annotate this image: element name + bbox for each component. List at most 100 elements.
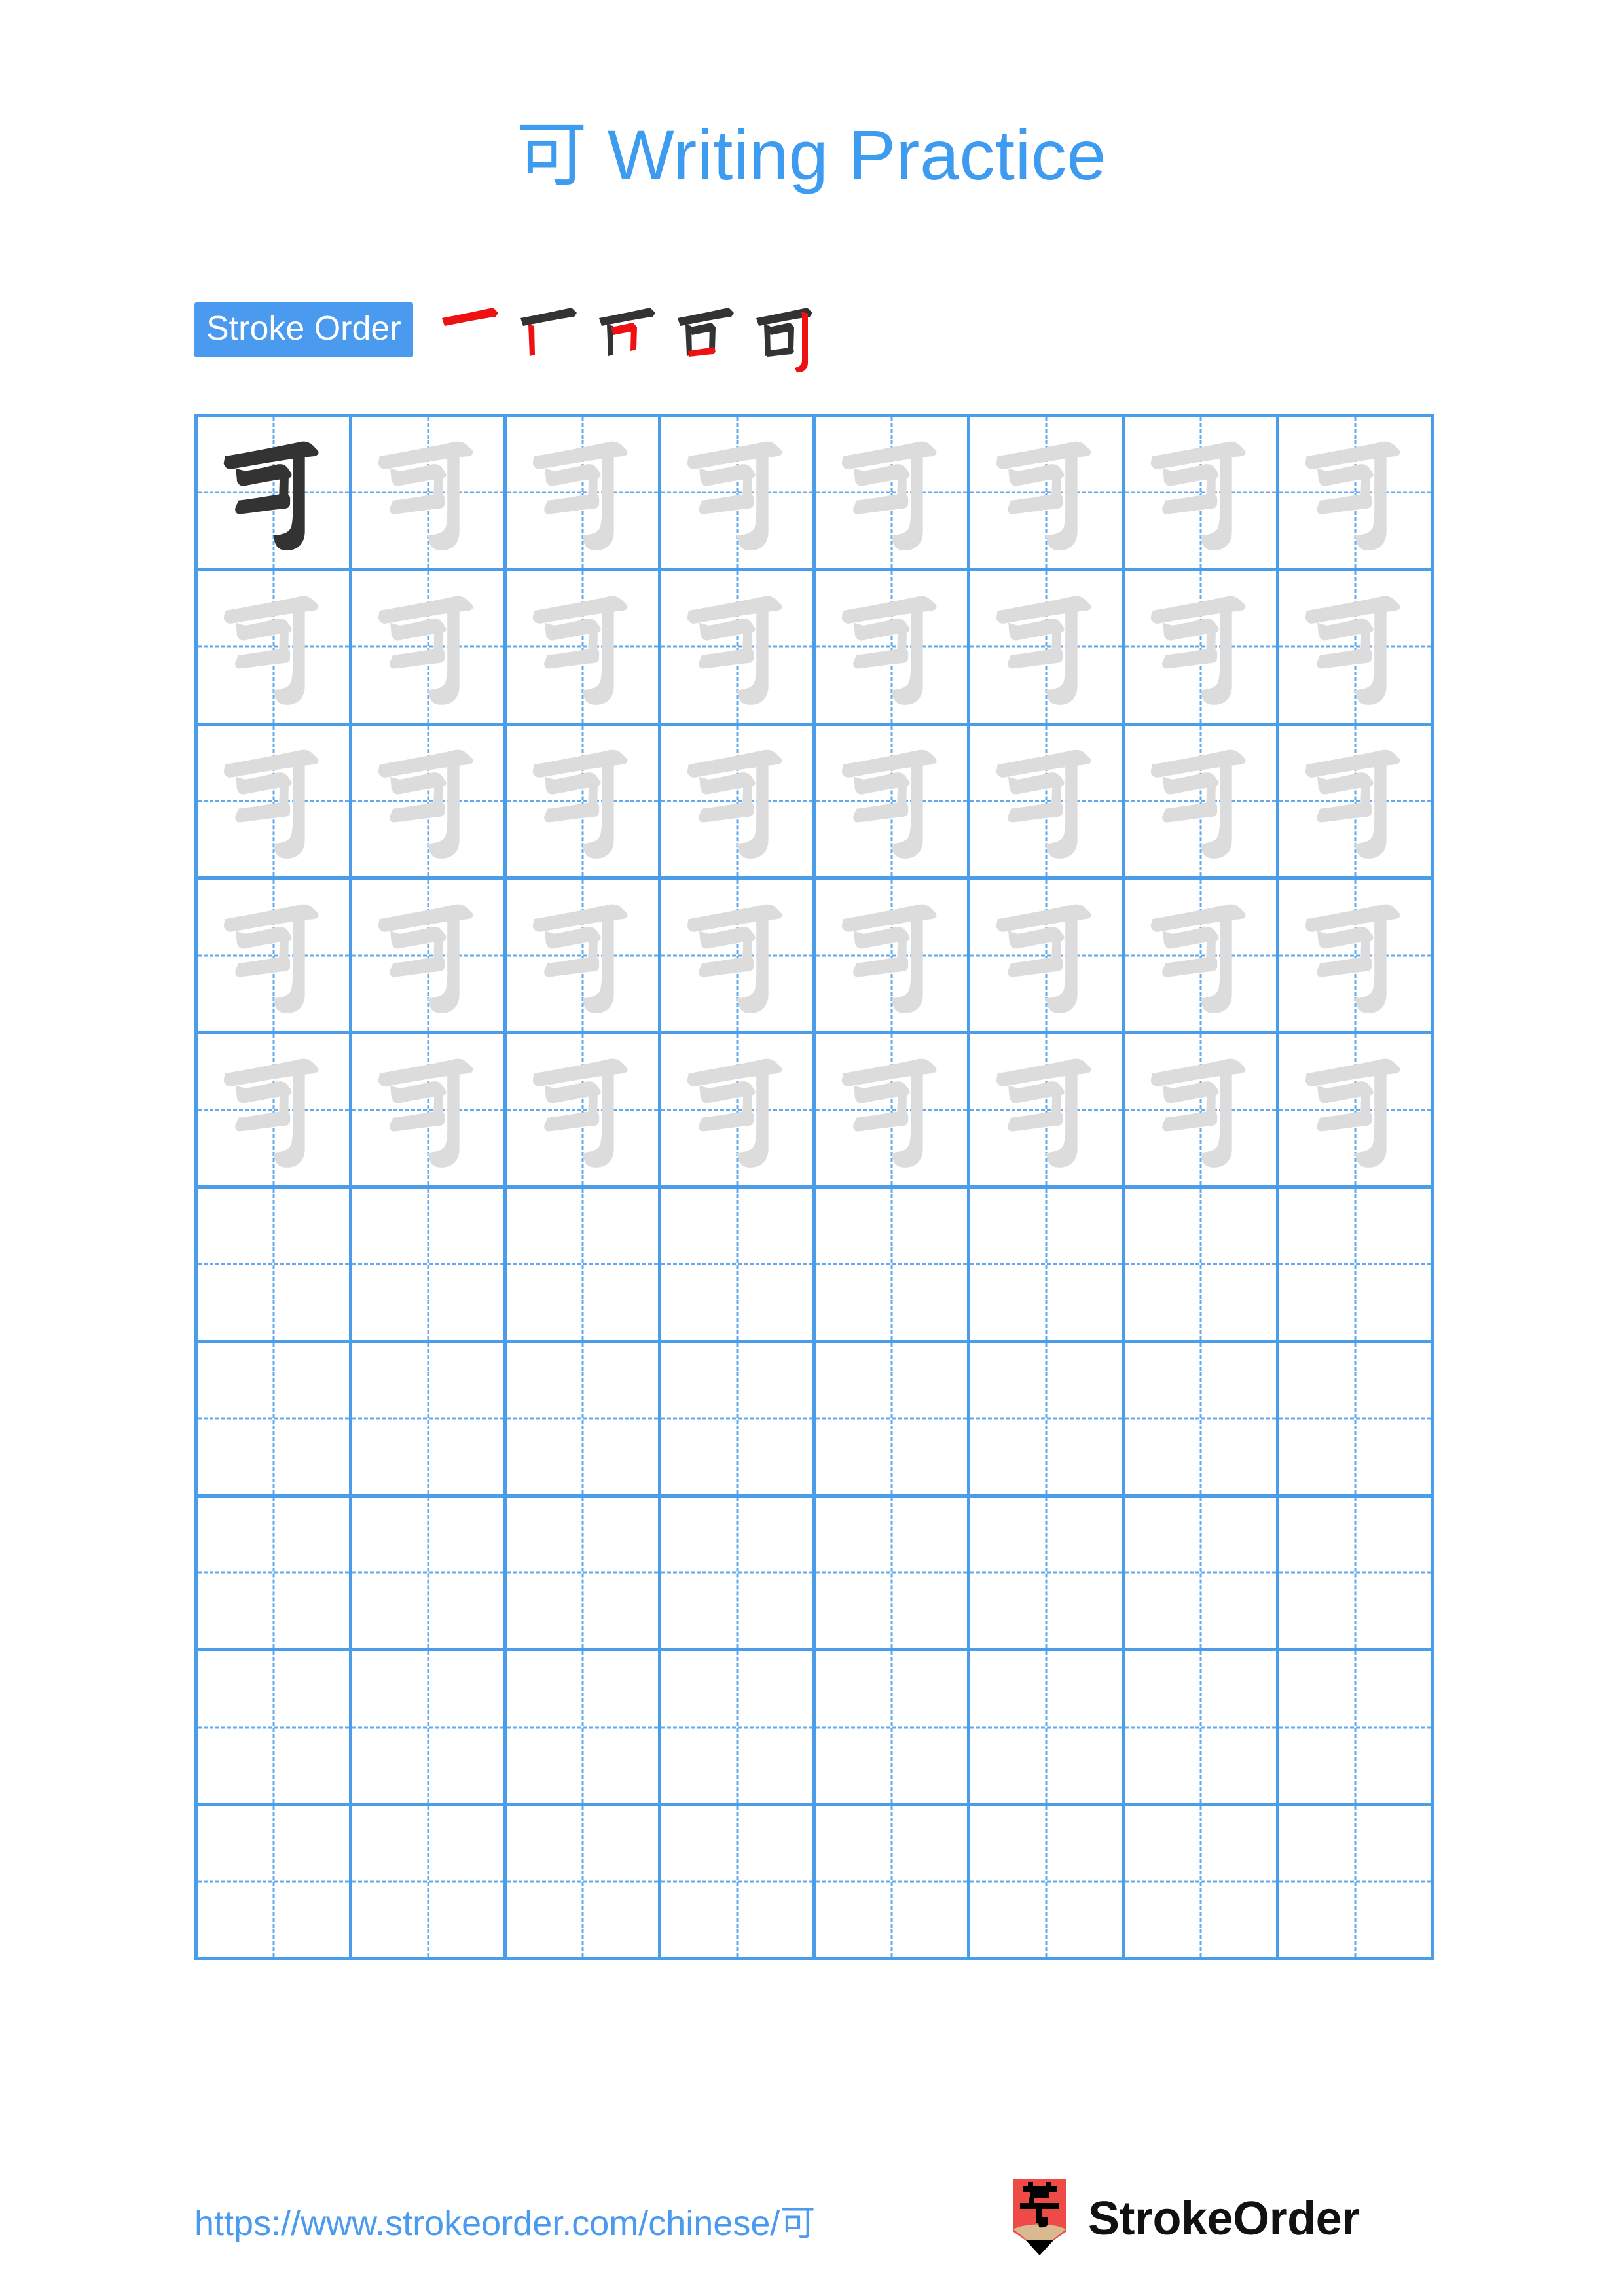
practice-cell-trace[interactable] — [507, 417, 661, 571]
practice-cell-blank[interactable] — [507, 1188, 661, 1343]
practice-cell-blank[interactable] — [352, 1342, 507, 1498]
footer-url-link[interactable]: https://www.strokeorder.com/chinese/可 — [194, 2194, 815, 2246]
practice-cell-trace[interactable] — [661, 880, 816, 1035]
practice-cell-trace[interactable] — [816, 417, 970, 571]
practice-cell-blank[interactable] — [1279, 1342, 1434, 1498]
practice-cell-trace[interactable] — [816, 725, 970, 880]
practice-cell-trace[interactable] — [1125, 1034, 1279, 1189]
practice-cell-trace[interactable] — [661, 725, 816, 880]
practice-cell-trace[interactable] — [352, 1034, 507, 1189]
practice-cell-blank[interactable] — [507, 1497, 661, 1652]
practice-grid — [194, 414, 1434, 1960]
practice-cell-trace[interactable] — [352, 880, 507, 1035]
stroke-order-section: Stroke Order — [194, 302, 826, 374]
trace-character — [661, 880, 812, 1031]
practice-cell-trace[interactable] — [970, 417, 1125, 571]
practice-cell-blank[interactable] — [816, 1342, 970, 1498]
practice-cell-blank[interactable] — [661, 1497, 816, 1652]
stroke-step-1 — [433, 295, 511, 380]
practice-cell-trace[interactable] — [198, 1034, 352, 1189]
practice-cell-trace[interactable] — [507, 571, 661, 726]
trace-character — [507, 417, 658, 568]
practice-cell-trace[interactable] — [970, 880, 1125, 1035]
practice-cell-trace[interactable] — [1279, 571, 1434, 726]
practice-cell-blank[interactable] — [1125, 1806, 1279, 1960]
practice-cell-trace[interactable] — [970, 725, 1125, 880]
practice-cell-trace[interactable] — [507, 1034, 661, 1189]
practice-cell-blank[interactable] — [816, 1497, 970, 1652]
practice-cell-blank[interactable] — [816, 1651, 970, 1806]
practice-cell-trace[interactable] — [661, 417, 816, 571]
trace-character — [1279, 1034, 1431, 1185]
practice-cell-blank[interactable] — [970, 1188, 1125, 1343]
practice-cell-blank[interactable] — [1279, 1651, 1434, 1806]
trace-character — [198, 726, 349, 877]
practice-cell-blank[interactable] — [970, 1342, 1125, 1498]
practice-cell-blank[interactable] — [507, 1806, 661, 1960]
practice-cell-trace[interactable] — [352, 417, 507, 571]
trace-character — [198, 571, 349, 723]
practice-cell-blank[interactable] — [1279, 1188, 1434, 1343]
practice-cell-blank[interactable] — [970, 1806, 1125, 1960]
practice-cell-trace[interactable] — [198, 417, 352, 571]
practice-cell-trace[interactable] — [970, 1034, 1125, 1189]
practice-cell-blank[interactable] — [1279, 1497, 1434, 1652]
practice-cell-blank[interactable] — [352, 1806, 507, 1960]
trace-character — [1125, 726, 1276, 877]
trace-character — [1125, 880, 1276, 1031]
practice-cell-trace[interactable] — [198, 880, 352, 1035]
trace-character — [1279, 571, 1431, 723]
practice-cell-trace[interactable] — [198, 725, 352, 880]
practice-cell-blank[interactable] — [1125, 1651, 1279, 1806]
practice-cell-trace[interactable] — [661, 1034, 816, 1189]
trace-character — [507, 571, 658, 723]
practice-cell-blank[interactable] — [816, 1188, 970, 1343]
practice-grid-row — [198, 1806, 1434, 1960]
practice-cell-blank[interactable] — [1125, 1497, 1279, 1652]
practice-cell-blank[interactable] — [198, 1651, 352, 1806]
practice-cell-blank[interactable] — [1279, 1806, 1434, 1960]
practice-cell-trace[interactable] — [1125, 571, 1279, 726]
practice-cell-trace[interactable] — [352, 571, 507, 726]
stroke-order-badge: Stroke Order — [194, 302, 413, 357]
practice-cell-blank[interactable] — [198, 1342, 352, 1498]
practice-cell-trace[interactable] — [661, 571, 816, 726]
practice-cell-trace[interactable] — [1125, 880, 1279, 1035]
practice-cell-trace[interactable] — [352, 725, 507, 880]
practice-cell-blank[interactable] — [1125, 1188, 1279, 1343]
practice-grid-row — [198, 1342, 1434, 1498]
practice-cell-blank[interactable] — [1125, 1342, 1279, 1498]
practice-cell-blank[interactable] — [352, 1188, 507, 1343]
practice-cell-blank[interactable] — [352, 1497, 507, 1652]
practice-cell-blank[interactable] — [970, 1497, 1125, 1652]
practice-cell-blank[interactable] — [507, 1342, 661, 1498]
brand-logo-group[interactable]: StrokeOrder — [1008, 2179, 1360, 2258]
practice-cell-blank[interactable] — [198, 1188, 352, 1343]
brand-name-label: StrokeOrder — [1088, 2193, 1360, 2245]
practice-cell-trace[interactable] — [1279, 880, 1434, 1035]
practice-cell-trace[interactable] — [198, 571, 352, 726]
practice-cell-blank[interactable] — [507, 1651, 661, 1806]
practice-cell-trace[interactable] — [1125, 417, 1279, 571]
practice-cell-trace[interactable] — [1279, 1034, 1434, 1189]
practice-cell-trace[interactable] — [816, 571, 970, 726]
practice-cell-blank[interactable] — [352, 1651, 507, 1806]
practice-cell-blank[interactable] — [661, 1188, 816, 1343]
practice-cell-blank[interactable] — [661, 1651, 816, 1806]
practice-cell-trace[interactable] — [1125, 725, 1279, 880]
practice-grid-row — [198, 417, 1434, 571]
practice-cell-blank[interactable] — [661, 1806, 816, 1960]
practice-cell-blank[interactable] — [970, 1651, 1125, 1806]
practice-cell-trace[interactable] — [970, 571, 1125, 726]
practice-cell-trace[interactable] — [507, 880, 661, 1035]
practice-cell-trace[interactable] — [1279, 725, 1434, 880]
practice-cell-blank[interactable] — [198, 1806, 352, 1960]
practice-cell-trace[interactable] — [816, 1034, 970, 1189]
practice-cell-blank[interactable] — [816, 1806, 970, 1960]
practice-cell-trace[interactable] — [1279, 417, 1434, 571]
practice-cell-trace[interactable] — [507, 725, 661, 880]
model-character — [198, 417, 349, 568]
practice-cell-trace[interactable] — [816, 880, 970, 1035]
practice-cell-blank[interactable] — [198, 1497, 352, 1652]
practice-cell-blank[interactable] — [661, 1342, 816, 1498]
